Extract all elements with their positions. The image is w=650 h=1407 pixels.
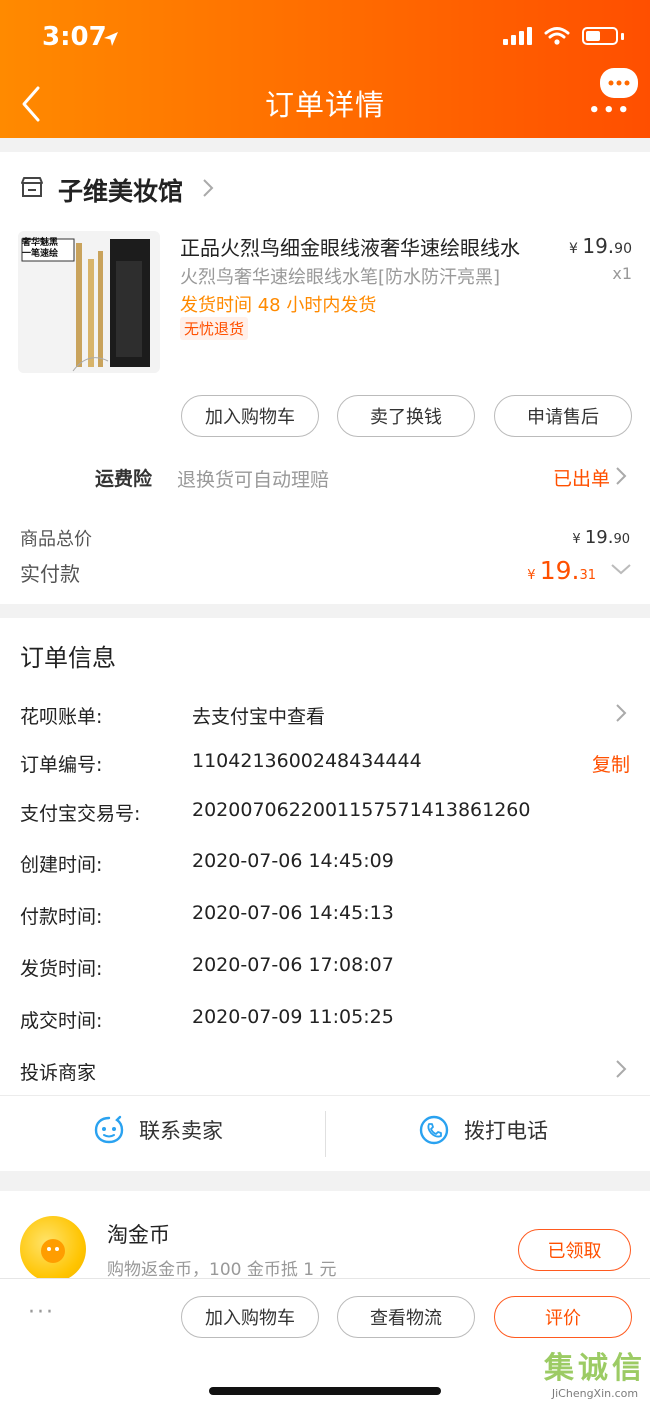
phone-icon — [419, 1115, 449, 1145]
coins-desc: 购物返金币，100 金币抵 1 元 — [107, 1260, 337, 1280]
total-symbol: ¥ — [572, 532, 585, 547]
store-chevron-right-icon[interactable] — [201, 178, 215, 198]
watermark-main: 集诚信 — [544, 1351, 646, 1386]
wangwang-chat-icon — [94, 1115, 124, 1144]
paid-integer: 19. — [539, 556, 580, 585]
wifi-icon — [544, 27, 570, 45]
complain-seller-link[interactable]: 投诉商家 — [20, 1058, 96, 1085]
total-integer: 19. — [584, 527, 614, 548]
shipping-insurance-status[interactable]: 已出单 — [553, 464, 610, 491]
shipping-insurance-label: 运费险 — [95, 468, 153, 490]
total-price-label: 商品总价 — [20, 529, 92, 550]
watermark-sub: JiChengXin.com — [551, 1387, 639, 1400]
product-title[interactable]: 正品火烈鸟细金眼线液奢华速绘眼线水 — [180, 232, 520, 261]
call-phone-button[interactable]: 拨打电话 — [418, 1114, 548, 1146]
watermark: 集诚信 JiChengXin.com — [544, 1343, 646, 1400]
status-time: 3:07 — [42, 22, 107, 52]
after-sales-button[interactable]: 申请售后 — [494, 395, 632, 437]
paid-amount-label: 实付款 — [20, 562, 80, 586]
huabei-chevron-right-icon[interactable] — [614, 703, 628, 723]
app-header: 3:07 订单详情 ••• — [0, 0, 650, 138]
shipped-time-value: 2020-07-06 17:08:07 — [192, 954, 394, 976]
order-info-card — [0, 618, 650, 1171]
total-price-value: ¥ 19.90 — [572, 527, 630, 548]
product-price: ¥ 19.90 — [569, 234, 632, 258]
contact-divider — [0, 1095, 650, 1096]
call-phone-label: 拨打电话 — [464, 1119, 548, 1143]
shipping-time: 发货时间 48 小时内发货 — [180, 295, 377, 316]
coins-claimed-button[interactable]: 已领取 — [518, 1229, 631, 1271]
shipping-insurance-desc: 退换货可自动理赔 — [177, 469, 330, 491]
closed-time-label: 成交时间: — [20, 1010, 103, 1032]
paid-symbol: ¥ — [527, 568, 540, 583]
alipay-trade-label: 支付宝交易号: — [20, 803, 141, 825]
more-menu-icon[interactable]: ••• — [588, 100, 632, 121]
more-actions-icon[interactable]: ··· — [28, 1300, 55, 1325]
battery-tip — [621, 32, 624, 40]
total-decimal: 90 — [613, 532, 630, 547]
created-time-value: 2020-07-06 14:45:09 — [192, 850, 394, 872]
closed-time-value: 2020-07-09 11:05:25 — [192, 1006, 394, 1028]
coins-title: 淘金币 — [107, 1223, 170, 1247]
product-quantity: x1 — [612, 264, 632, 283]
signal-icon — [503, 27, 532, 45]
page-title: 订单详情 — [264, 88, 385, 122]
home-indicator — [209, 1387, 441, 1395]
created-time-label: 创建时间: — [20, 854, 103, 876]
alipay-trade-value: 2020070622001157571413861260 — [192, 799, 531, 821]
add-to-cart-button[interactable]: 加入购物车 — [181, 395, 319, 437]
huabei-label: 花呗账单: — [20, 706, 103, 728]
price-symbol: ¥ — [569, 241, 583, 257]
status-icons — [503, 26, 624, 46]
paid-amount-value: ¥ 19.31 — [527, 556, 596, 585]
location-arrow-icon — [104, 32, 118, 46]
battery-icon — [582, 27, 618, 45]
bottom-add-to-cart-button[interactable]: 加入购物车 — [181, 1296, 319, 1338]
complain-chevron-right-icon[interactable] — [614, 1059, 628, 1079]
taobao-coin-icon — [20, 1216, 86, 1282]
shipped-time-label: 发货时间: — [20, 958, 103, 980]
contact-vertical-divider — [325, 1111, 326, 1157]
resell-button[interactable]: 卖了换钱 — [337, 395, 475, 437]
contact-seller-label: 联系卖家 — [139, 1119, 223, 1143]
expand-chevron-down-icon[interactable] — [610, 562, 632, 576]
price-decimal: 90 — [614, 241, 632, 257]
order-number-label: 订单编号: — [20, 754, 103, 776]
huabei-value[interactable]: 去支付宝中查看 — [192, 702, 325, 729]
order-product-card — [0, 152, 650, 604]
insurance-chevron-right-icon[interactable] — [614, 466, 628, 486]
review-button[interactable]: 评价 — [494, 1296, 632, 1338]
message-bubble-icon[interactable] — [600, 68, 638, 98]
return-badge: 无忧退货 — [180, 317, 249, 340]
order-number-value: 1104213600248434444 — [192, 750, 422, 772]
contact-seller-button[interactable]: 联系卖家 — [93, 1114, 223, 1146]
price-integer: 19. — [582, 234, 615, 258]
paid-decimal: 31 — [579, 568, 596, 583]
store-icon — [21, 177, 43, 197]
store-name[interactable]: 子维美妆馆 — [58, 172, 183, 208]
product-spec: 火烈鸟奢华速绘眼线水笔[防水防汗亮黑] — [180, 267, 501, 288]
paid-time-value: 2020-07-06 14:45:13 — [192, 902, 394, 924]
copy-button[interactable]: 复制 — [592, 750, 630, 777]
product-box-text: 奢华魅黑 一笔速绘 — [22, 238, 59, 259]
paid-time-label: 付款时间: — [20, 906, 103, 928]
order-info-title: 订单信息 — [20, 644, 116, 672]
view-logistics-button[interactable]: 查看物流 — [337, 1296, 475, 1338]
